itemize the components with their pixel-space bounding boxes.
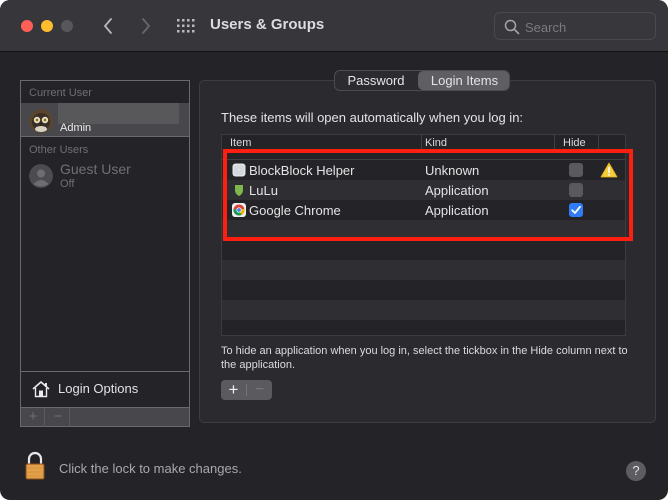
remove-user-button[interactable]: −: [46, 408, 70, 427]
forward-button[interactable]: [138, 15, 154, 37]
hide-help-text: To hide an application when you log in, …: [221, 345, 628, 371]
empty-row: [222, 240, 625, 260]
show-all-button[interactable]: [176, 17, 196, 35]
table-row[interactable]: LuLu Application: [222, 180, 625, 200]
add-user-button[interactable]: +: [21, 408, 45, 427]
other-users-header: Other Users: [29, 144, 89, 156]
checkmark-icon: [571, 205, 581, 214]
guest-user-status: Off: [60, 178, 75, 190]
empty-row: [222, 280, 625, 300]
column-divider: [421, 135, 422, 153]
tab-password[interactable]: Password: [335, 71, 417, 90]
chrome-icon: [232, 203, 246, 217]
column-divider: [554, 135, 555, 153]
column-header-item[interactable]: Item: [230, 137, 251, 149]
empty-row: [222, 320, 625, 335]
item-name: LuLu: [249, 183, 278, 198]
help-button[interactable]: ?: [626, 461, 646, 481]
login-items-intro: These items will open automatically when…: [221, 110, 524, 125]
item-kind: Unknown: [425, 163, 480, 178]
tab-control: Password Login Items: [334, 70, 510, 91]
back-button[interactable]: [100, 15, 116, 37]
login-options-button[interactable]: Login Options: [21, 371, 189, 406]
guest-user-row[interactable]: Guest User Off: [21, 158, 189, 192]
lulu-shield-icon: [235, 185, 243, 196]
add-login-item-button[interactable]: +: [221, 380, 246, 400]
search-icon: [504, 19, 520, 35]
login-options-label: Login Options: [58, 381, 139, 396]
house-icon: [32, 381, 50, 398]
hide-checkbox[interactable]: [569, 183, 583, 197]
remove-user-label: −: [53, 408, 63, 425]
zoom-window-button[interactable]: [61, 20, 73, 32]
users-groups-window: Users & Groups Current User: [0, 0, 668, 500]
hide-checkbox[interactable]: [569, 163, 583, 177]
users-list: Current User Admin Other Users Guest Use…: [20, 80, 190, 427]
chevron-left-icon: [103, 18, 112, 34]
title-bar: Users & Groups: [0, 0, 668, 52]
login-items-table: Item Kind Hide BlockBlock Helper Unknown: [221, 134, 626, 336]
search-field[interactable]: [494, 12, 656, 40]
guest-user-name: Guest User: [60, 161, 131, 177]
table-row[interactable]: BlockBlock Helper Unknown: [222, 160, 625, 180]
empty-row: [222, 260, 625, 280]
login-items-add-remove: + −: [221, 380, 272, 400]
empty-row: [222, 220, 625, 240]
warning-icon[interactable]: [600, 162, 618, 178]
table-row[interactable]: Google Chrome Application: [222, 200, 625, 220]
lock-icon[interactable]: [24, 451, 46, 480]
add-user-label: +: [28, 408, 38, 425]
users-list-toolbar: + −: [21, 407, 189, 427]
chevron-right-icon: [142, 18, 151, 34]
lock-status-text: Click the lock to make changes.: [59, 461, 242, 476]
current-user-row[interactable]: Admin: [21, 103, 189, 137]
column-header-kind[interactable]: Kind: [425, 137, 447, 149]
tab-login-items[interactable]: Login Items: [418, 71, 509, 90]
generic-app-icon: [232, 163, 246, 177]
owl-avatar: [29, 109, 53, 133]
remove-login-item-button[interactable]: −: [247, 380, 272, 400]
guest-avatar-icon: [29, 164, 53, 188]
empty-row: [222, 300, 625, 320]
search-input[interactable]: [525, 17, 650, 37]
hide-checkbox[interactable]: [569, 203, 583, 217]
grid-icon: [177, 19, 195, 33]
item-kind: Application: [425, 203, 489, 218]
window-title: Users & Groups: [210, 16, 325, 33]
item-name: BlockBlock Helper: [249, 163, 355, 178]
current-user-header: Current User: [29, 87, 92, 99]
minimize-window-button[interactable]: [41, 20, 53, 32]
close-window-button[interactable]: [21, 20, 33, 32]
item-name: Google Chrome: [249, 203, 341, 218]
column-header-hide[interactable]: Hide: [563, 137, 586, 149]
current-user-name-redacted: [58, 103, 179, 124]
column-divider: [598, 135, 599, 153]
item-kind: Application: [425, 183, 489, 198]
current-user-role: Admin: [60, 122, 92, 134]
